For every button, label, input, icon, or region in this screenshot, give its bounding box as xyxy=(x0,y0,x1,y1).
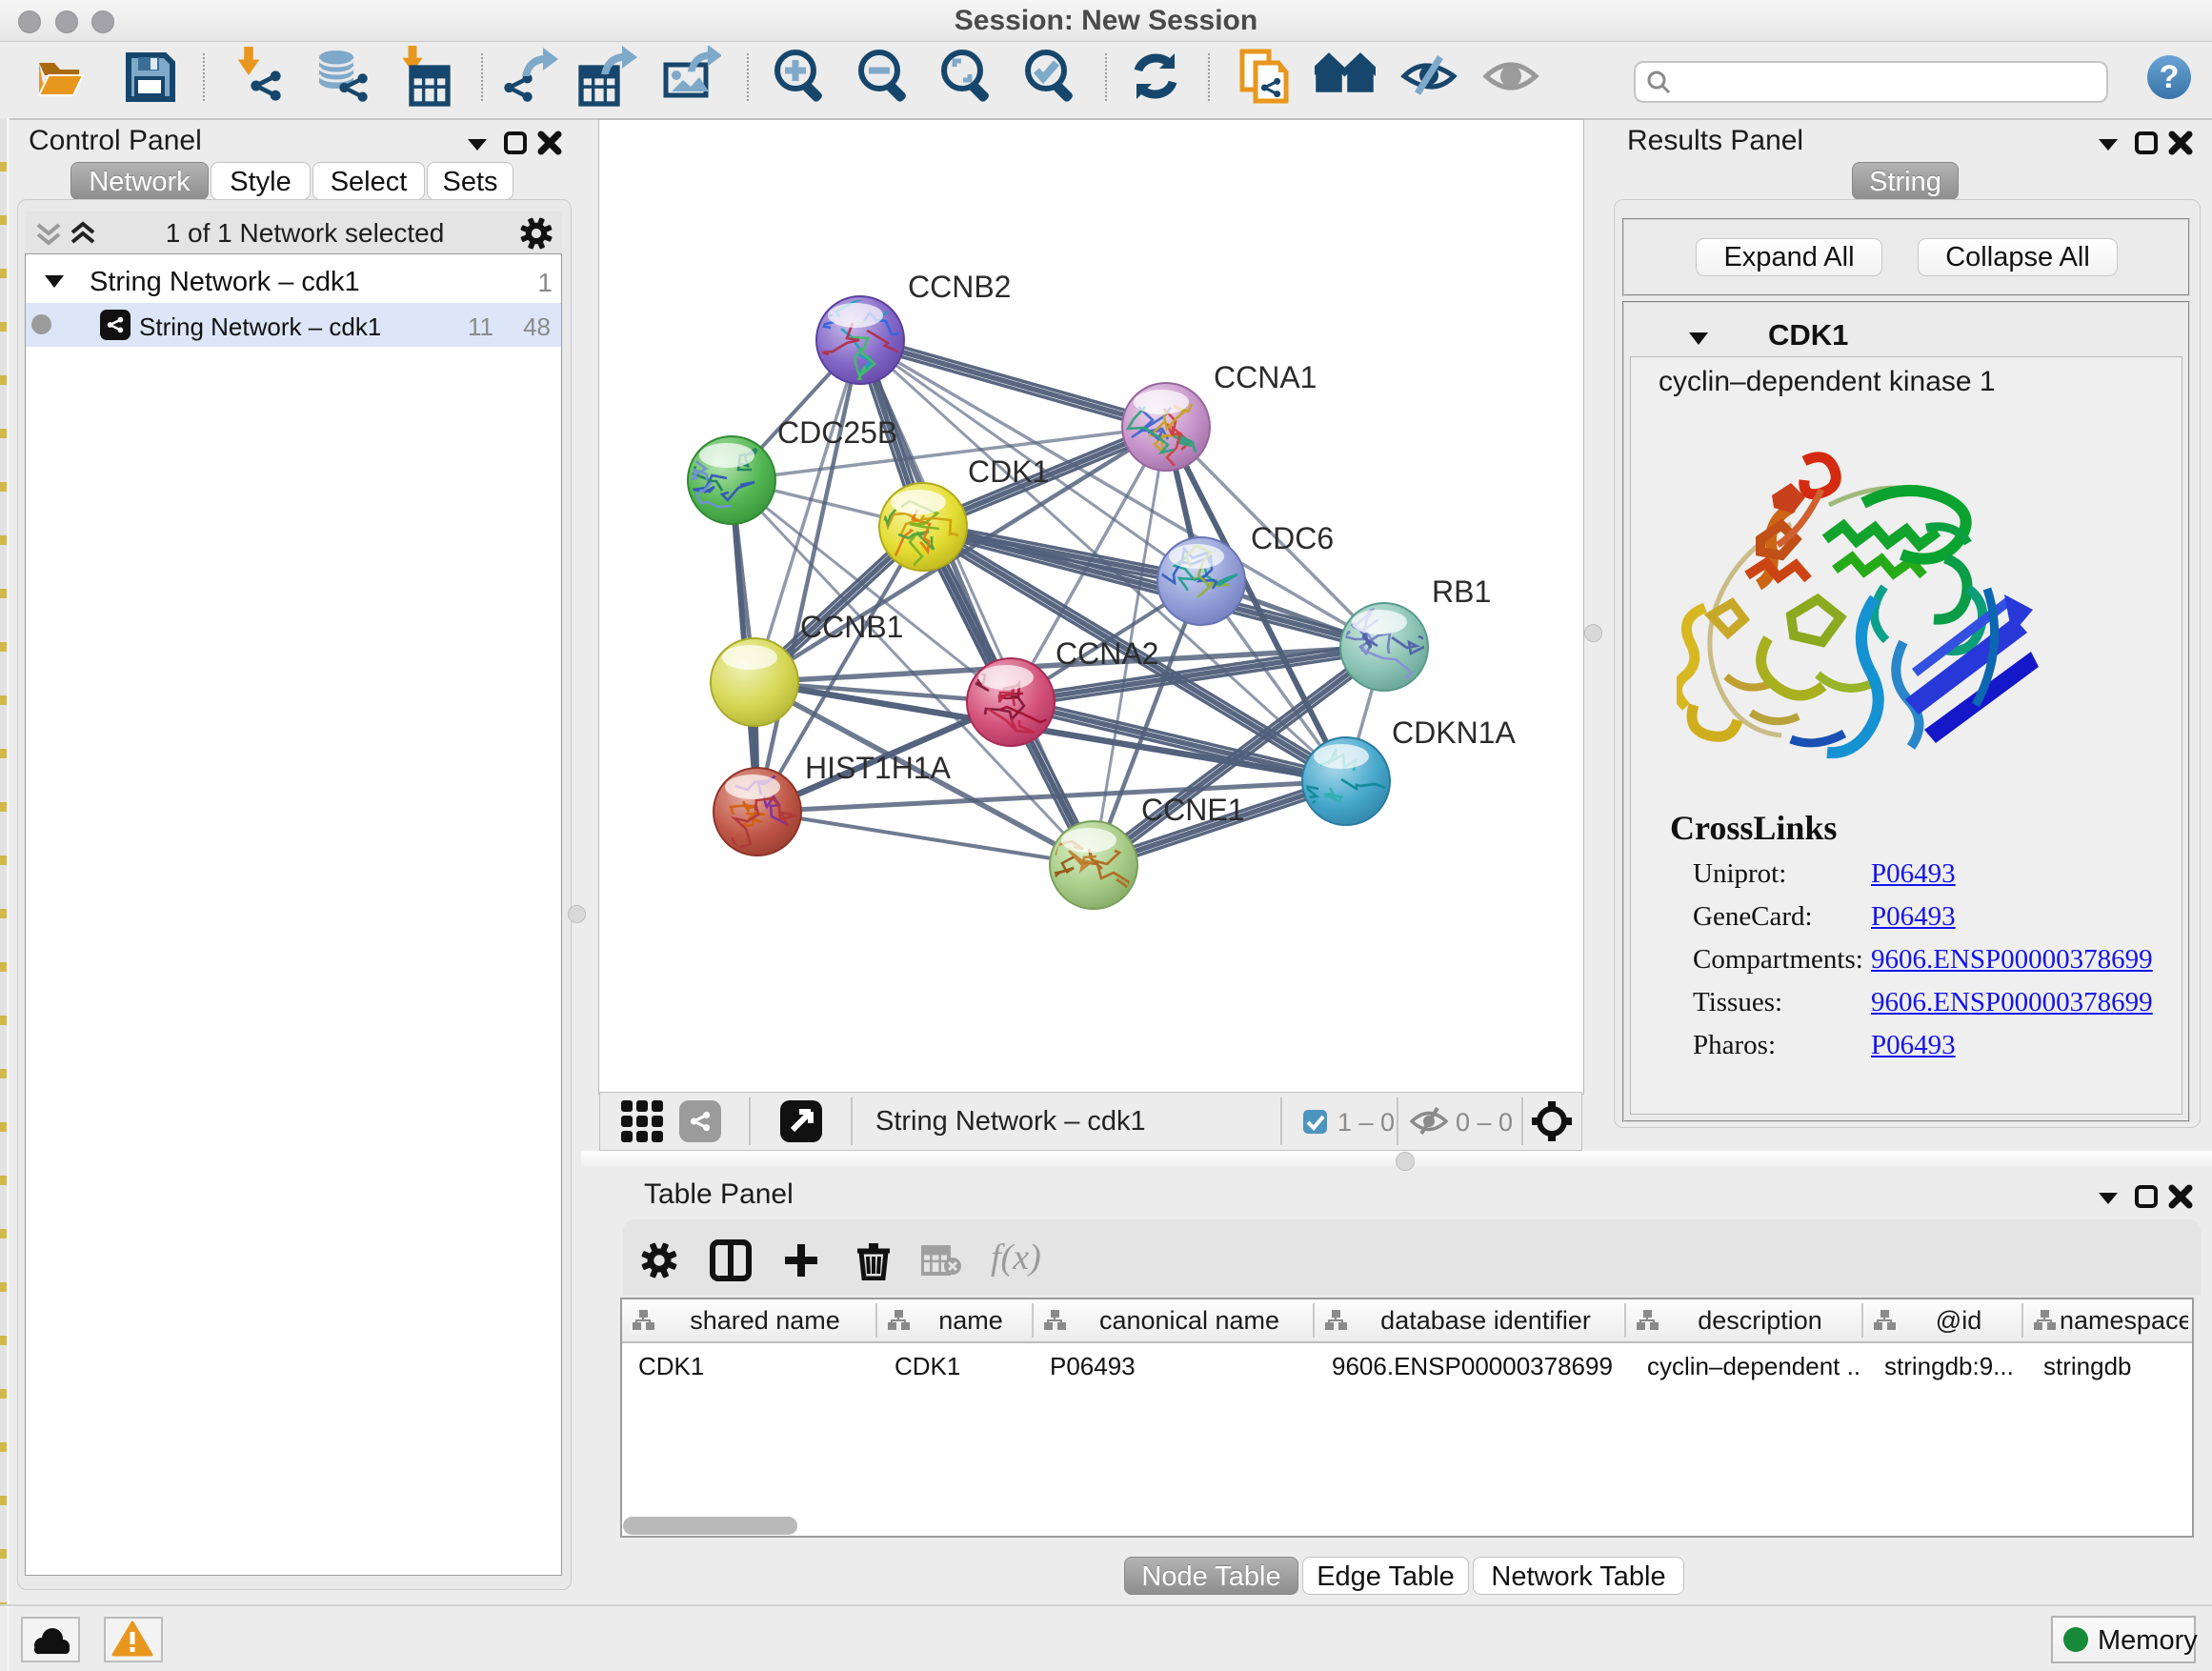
svg-text:HIST1H1A: HIST1H1A xyxy=(805,751,952,785)
svg-text:CCNB1: CCNB1 xyxy=(800,610,903,644)
svg-text:CCNB2: CCNB2 xyxy=(908,270,1011,304)
svg-text:CDKN1A: CDKN1A xyxy=(1392,715,1516,750)
svg-text:CCNA1: CCNA1 xyxy=(1214,360,1317,394)
svg-text:CCNA2: CCNA2 xyxy=(1056,636,1158,671)
svg-text:CCNE1: CCNE1 xyxy=(1141,793,1244,827)
svg-text:CDK1: CDK1 xyxy=(968,454,1049,489)
svg-text:CDC6: CDC6 xyxy=(1251,521,1334,555)
svg-text:CDC25B: CDC25B xyxy=(777,415,897,450)
svg-text:RB1: RB1 xyxy=(1432,574,1491,609)
